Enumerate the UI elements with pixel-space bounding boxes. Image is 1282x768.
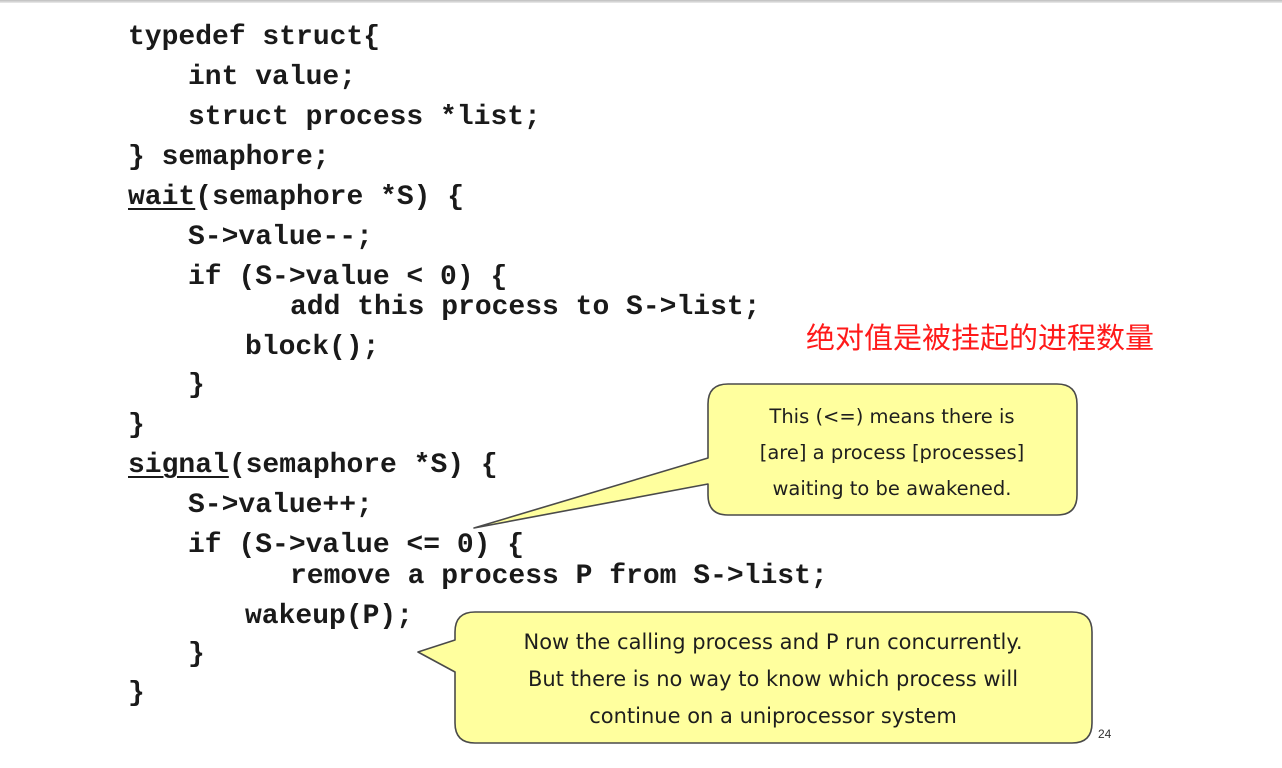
callout-1-line-3: waiting to be awakened. bbox=[772, 477, 1012, 500]
callout-1-line-2: [are] a process [processes] bbox=[759, 441, 1025, 464]
callout-1-text: This (<=) means there is [are] a process… bbox=[711, 399, 1073, 507]
callout-2-line-1: Now the calling process and P run concur… bbox=[523, 630, 1023, 654]
callout-1-line-1: This (<=) means there is bbox=[769, 405, 1015, 428]
page-number: 24 bbox=[1098, 727, 1112, 741]
callout-2-line-3: continue on a uniprocessor system bbox=[589, 704, 957, 728]
callout-2-text: Now the calling process and P run concur… bbox=[455, 624, 1091, 735]
slide: typedef struct{ int value; struct proces… bbox=[0, 0, 1282, 768]
callout-2-line-2: But there is no way to know which proces… bbox=[527, 667, 1019, 691]
